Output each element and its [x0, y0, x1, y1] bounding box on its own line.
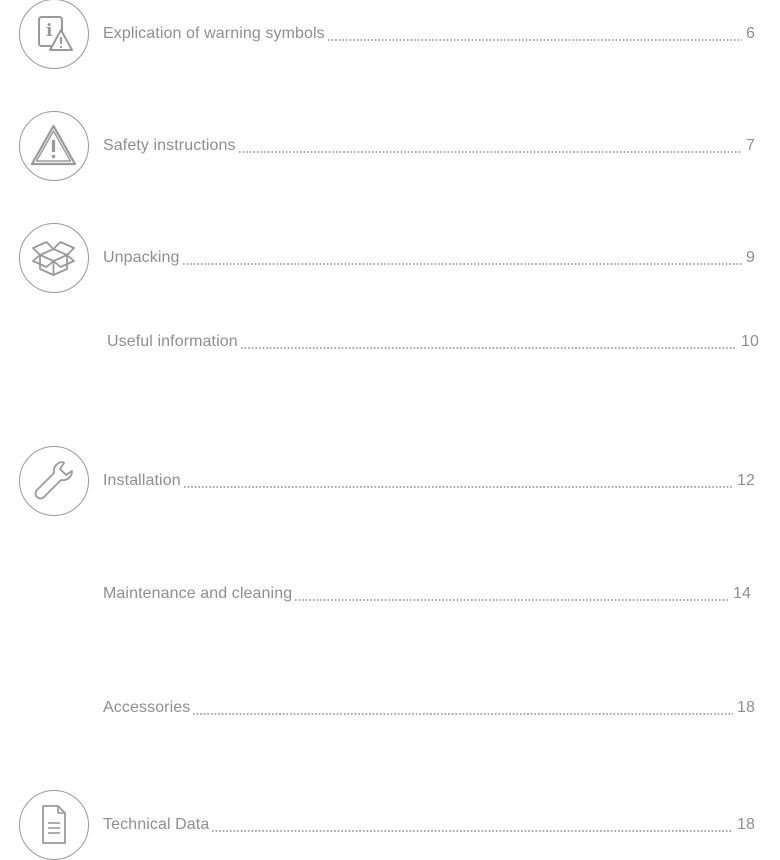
warning-triangle-icon	[19, 111, 89, 181]
toc-entry-installation[interactable]: Installation 12	[0, 446, 780, 516]
dot-leader	[239, 347, 737, 349]
toc-entry-line: Explication of warning symbols 6	[103, 12, 755, 56]
toc-entry-page: 10	[741, 333, 759, 350]
toc-entry-title: Maintenance and cleaning	[103, 585, 293, 602]
toc-entry-page: 14	[733, 585, 751, 602]
toc-entry-page: 6	[746, 25, 755, 42]
toc-entry-page: 12	[737, 472, 755, 489]
toc-entry-title: Technical Data	[103, 816, 210, 833]
toc-entry-page: 9	[746, 249, 755, 266]
toc-entry-useful-information[interactable]: Useful information 10	[0, 320, 780, 364]
toc-entry-title: Explication of warning symbols	[103, 25, 325, 42]
toc-entry-line: Installation 12	[103, 459, 755, 503]
wrench-icon	[19, 446, 89, 516]
toc-entry-maintenance-cleaning[interactable]: Maintenance and cleaning 14	[0, 572, 780, 616]
dot-leader	[237, 151, 742, 153]
toc-entry-line: Accessories 18	[103, 686, 755, 730]
toc-entry-title: Safety instructions	[103, 137, 236, 154]
table-of-contents: i Explication of warning symbols 6 Safet…	[0, 0, 780, 860]
toc-entry-title: Installation	[103, 472, 181, 489]
toc-entry-page: 18	[737, 699, 755, 716]
toc-entry-line: Technical Data 18	[103, 803, 755, 847]
dot-leader	[326, 39, 742, 41]
toc-entry-line: Safety instructions 7	[103, 124, 755, 168]
dot-leader	[211, 830, 733, 832]
toc-entry-line: Useful information 10	[107, 320, 759, 364]
svg-text:i: i	[46, 21, 53, 41]
toc-entry-line: Maintenance and cleaning 14	[103, 572, 751, 616]
toc-entry-page: 18	[737, 816, 755, 833]
toc-entry-accessories[interactable]: Accessories 18	[0, 686, 780, 730]
toc-entry-page: 7	[746, 137, 755, 154]
dot-leader	[192, 713, 733, 715]
dot-leader	[294, 599, 729, 601]
info-warning-icon: i	[19, 0, 89, 69]
document-icon	[19, 790, 89, 860]
toc-entry-safety-instructions[interactable]: Safety instructions 7	[0, 111, 780, 181]
toc-entry-title: Useful information	[107, 333, 238, 350]
toc-entry-warning-symbols[interactable]: i Explication of warning symbols 6	[0, 0, 780, 69]
toc-entry-title: Accessories	[103, 699, 191, 716]
toc-entry-unpacking[interactable]: Unpacking 9	[0, 223, 780, 293]
open-box-icon	[19, 223, 89, 293]
dot-leader	[181, 263, 742, 265]
toc-entry-technical-data[interactable]: Technical Data 18	[0, 790, 780, 860]
toc-entry-line: Unpacking 9	[103, 236, 755, 280]
dot-leader	[182, 486, 733, 488]
toc-entry-title: Unpacking	[103, 249, 180, 266]
